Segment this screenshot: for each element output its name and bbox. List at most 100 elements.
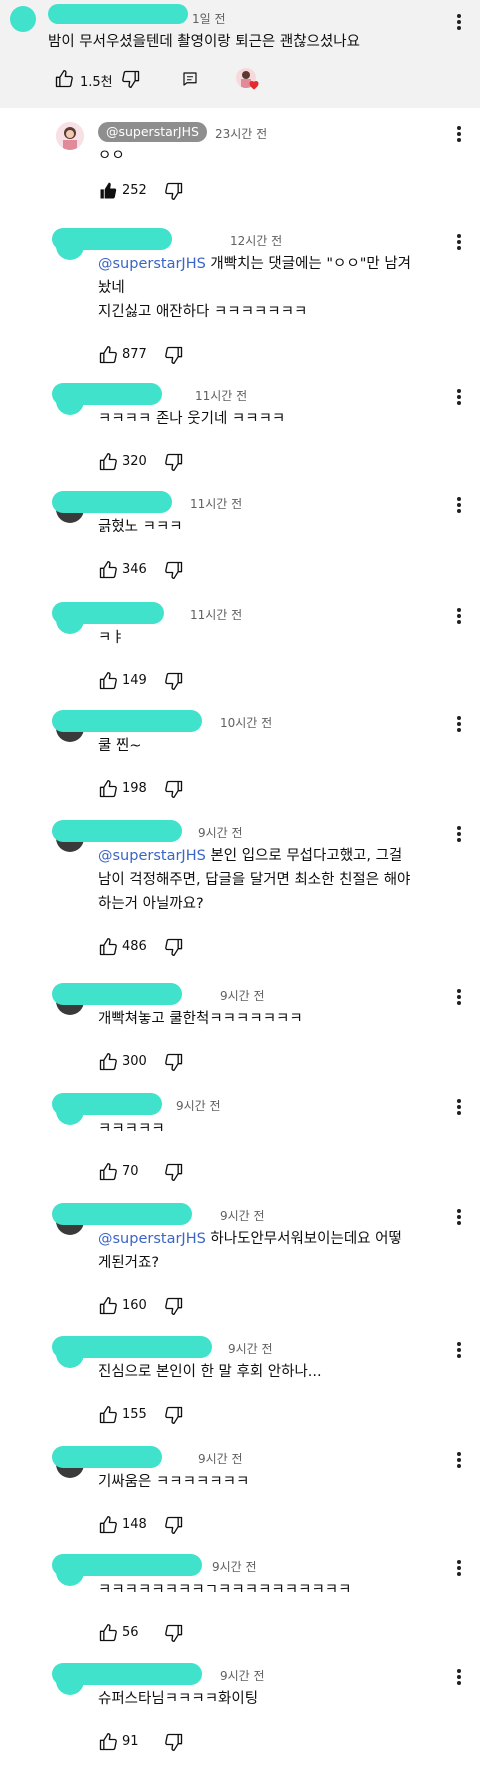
like-count: 252 [122, 183, 147, 198]
redacted-username [52, 1663, 202, 1685]
reply-text-line: 쿨 찐~ [98, 734, 141, 758]
like-button[interactable] [98, 1295, 118, 1317]
like-button[interactable] [98, 344, 118, 366]
more-options-icon[interactable] [456, 1097, 462, 1119]
dislike-button[interactable] [164, 559, 184, 581]
more-options-icon[interactable] [456, 824, 462, 846]
like-count: 91 [122, 1734, 139, 1749]
dislike-button[interactable] [121, 68, 141, 90]
dislike-button[interactable] [164, 1622, 184, 1644]
reply-time: 23시간 전 [215, 127, 268, 141]
dislike-button[interactable] [164, 936, 184, 958]
redacted-username [52, 383, 162, 405]
redacted-username [52, 1336, 212, 1358]
like-button[interactable] [98, 180, 118, 202]
like-button[interactable] [98, 1161, 118, 1183]
more-options-icon[interactable] [456, 1667, 462, 1689]
mention-link[interactable]: @superstarJHS [98, 848, 210, 864]
thumbs-up-icon [55, 70, 73, 88]
like-button[interactable] [98, 936, 118, 958]
mention-link[interactable]: @superstarJHS [98, 1231, 210, 1247]
reply-text-line: ㅋㅋㅋㅋㅋ [98, 1117, 165, 1141]
more-options-icon[interactable] [456, 1340, 462, 1362]
thumbs-down-icon [165, 1163, 183, 1181]
mention-link[interactable]: @superstarJHS [98, 256, 210, 272]
like-button[interactable] [98, 559, 118, 581]
redacted-username [52, 820, 182, 842]
reply-time: 9시간 전 [220, 1669, 265, 1683]
like-count: 198 [122, 781, 147, 796]
reply-text: 긁혔노 ㅋㅋㅋ [98, 519, 183, 535]
redacted-username [52, 710, 202, 732]
reply-text-line: 놨네 [98, 280, 125, 296]
redacted-username [52, 1446, 162, 1468]
like-count: 56 [122, 1625, 139, 1640]
reply-text-line: 남이 걱정해주면, 답글을 달거면 최소한 친절은 해야 [98, 872, 411, 888]
more-options-icon[interactable] [456, 232, 462, 254]
thumbs-down-icon [165, 1624, 183, 1642]
more-options-icon[interactable] [456, 714, 462, 736]
thumbs-up-filled-icon [100, 182, 117, 199]
like-count: 346 [122, 562, 147, 577]
more-options-icon[interactable] [456, 124, 462, 146]
dislike-button[interactable] [164, 180, 184, 202]
more-options-icon[interactable] [456, 1558, 462, 1580]
redacted-username [52, 983, 182, 1005]
reply-time: 9시간 전 [220, 989, 265, 1003]
more-options-icon[interactable] [456, 606, 462, 628]
more-options-icon[interactable] [456, 987, 462, 1009]
like-button[interactable] [54, 68, 74, 90]
commenter-avatar[interactable] [10, 6, 36, 32]
dislike-button[interactable] [164, 344, 184, 366]
dislike-button[interactable] [164, 1051, 184, 1073]
thumbs-up-icon [99, 1516, 117, 1534]
like-button[interactable] [98, 778, 118, 800]
reply-text-line: @superstarJHS 본인 입으로 무섭다고했고, 그걸 [98, 844, 402, 868]
like-button[interactable] [98, 1622, 118, 1644]
dislike-button[interactable] [164, 451, 184, 473]
dislike-button[interactable] [164, 1731, 184, 1753]
reply-button[interactable] [181, 68, 199, 90]
dislike-button[interactable] [164, 778, 184, 800]
reply-time: 9시간 전 [228, 1342, 273, 1356]
thumbs-down-icon [165, 561, 183, 579]
like-button[interactable] [98, 1731, 118, 1753]
thumbs-down-icon [165, 1297, 183, 1315]
more-options-icon[interactable] [456, 12, 462, 34]
top-comment: 1일 전 밤이 무서우셨을텐데 촬영이랑 퇴근은 괜찮으셨나요 1.5천 [0, 0, 480, 108]
more-options-icon[interactable] [456, 1450, 462, 1472]
more-options-icon[interactable] [456, 495, 462, 517]
reply-time: 12시간 전 [230, 234, 283, 248]
thumbs-down-icon [165, 672, 183, 690]
like-button[interactable] [98, 451, 118, 473]
like-button[interactable] [98, 1404, 118, 1426]
redacted-username [52, 228, 172, 250]
reply-text: ㅋㅋㅋㅋㅋ [98, 1121, 165, 1137]
redacted-username [48, 4, 188, 24]
reply-text-line: 지긴싫고 애잔하다 ㅋㅋㅋㅋㅋㅋㅋ [98, 304, 308, 320]
like-button[interactable] [98, 1514, 118, 1536]
thumbs-down-icon [165, 1733, 183, 1751]
dislike-button[interactable] [164, 1404, 184, 1426]
like-count: 300 [122, 1054, 147, 1069]
dislike-button[interactable] [164, 1295, 184, 1317]
reply-text-line: 게된거죠? [98, 1255, 160, 1271]
more-options-icon[interactable] [456, 1207, 462, 1229]
like-button[interactable] [98, 670, 118, 692]
reply-time: 9시간 전 [198, 826, 243, 840]
thumbs-down-icon [122, 70, 140, 89]
dislike-button[interactable] [164, 1161, 184, 1183]
like-button[interactable] [98, 1051, 118, 1073]
comment-text: 밤이 무서우셨을텐데 촬영이랑 퇴근은 괜찮으셨나요 [48, 34, 360, 50]
reply-text-line: ㅋㅑ [98, 626, 125, 650]
reply-text: ㅇㅇ [98, 148, 125, 164]
like-count: 155 [122, 1407, 147, 1422]
dislike-button[interactable] [164, 670, 184, 692]
comment-icon [183, 72, 197, 86]
creator-avatar[interactable] [56, 122, 84, 150]
thumbs-up-icon [99, 1406, 117, 1424]
creator-handle-chip[interactable]: @superstarJHS [98, 122, 207, 142]
reply-text: 슈퍼스타님ㅋㅋㅋㅋ화이팅 [98, 1691, 259, 1707]
dislike-button[interactable] [164, 1514, 184, 1536]
more-options-icon[interactable] [456, 387, 462, 409]
